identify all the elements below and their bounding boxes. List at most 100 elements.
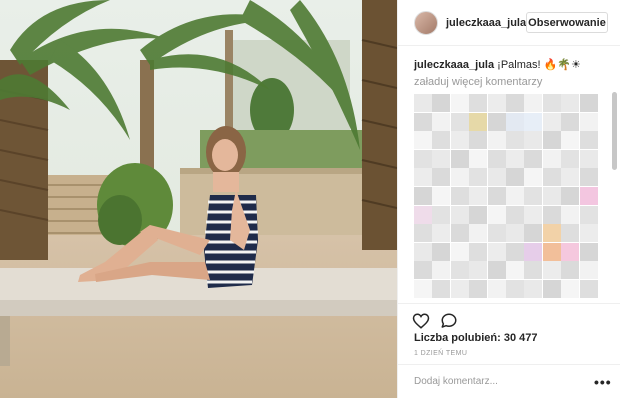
- blur-cell: [561, 187, 580, 205]
- blur-cell: [450, 131, 469, 150]
- blur-cell: [524, 94, 543, 112]
- blur-cell: [450, 149, 469, 168]
- blur-cell: [579, 187, 598, 205]
- blur-cell: [469, 187, 488, 205]
- blur-cell: [579, 112, 598, 131]
- blur-cell: [542, 168, 561, 187]
- blur-cell: [506, 168, 524, 187]
- blur-cell: [561, 224, 580, 243]
- blur-cell: [432, 94, 451, 112]
- blur-cell: [579, 205, 598, 224]
- blur-cell: [432, 242, 451, 261]
- blur-cell: [561, 149, 580, 168]
- blur-cell: [414, 112, 432, 131]
- blur-cell: [542, 224, 561, 243]
- blur-cell: [506, 280, 524, 298]
- blur-cell: [450, 261, 469, 280]
- blur-cell: [524, 168, 543, 187]
- scrollbar[interactable]: [612, 92, 617, 170]
- blur-cell: [487, 112, 506, 131]
- username-link[interactable]: juleczkaaa_jula: [446, 17, 526, 29]
- blur-cell: [432, 112, 451, 131]
- blur-cell: [469, 242, 488, 261]
- blur-cell: [506, 261, 524, 280]
- blur-cell: [487, 224, 506, 243]
- more-options-button[interactable]: •••: [594, 374, 612, 390]
- blur-cell: [506, 242, 524, 261]
- blur-cell: [432, 187, 451, 205]
- blur-cell: [414, 168, 432, 187]
- blur-cell: [469, 280, 488, 298]
- blur-cell: [432, 149, 451, 168]
- load-more-comments-link[interactable]: załaduj więcej komentarzy: [414, 76, 542, 88]
- blur-cell: [524, 112, 543, 131]
- caption: juleczkaaa_jula ¡Palmas! 🔥🌴☀: [414, 58, 581, 71]
- blur-cell: [414, 224, 432, 243]
- blur-cell: [487, 168, 506, 187]
- blur-cell: [542, 261, 561, 280]
- blur-cell: [432, 224, 451, 243]
- post-photo[interactable]: [0, 0, 397, 398]
- blur-cell: [469, 168, 488, 187]
- post-timestamp: 1 DZIEŃ TEMU: [414, 350, 468, 357]
- blur-cell: [469, 224, 488, 243]
- blur-cell: [579, 280, 598, 298]
- blur-cell: [469, 261, 488, 280]
- blur-cell: [487, 261, 506, 280]
- blur-cell: [561, 205, 580, 224]
- blur-cell: [524, 280, 543, 298]
- blur-cell: [432, 131, 451, 150]
- blur-cell: [524, 149, 543, 168]
- blur-cell: [561, 94, 580, 112]
- blur-cell: [414, 205, 432, 224]
- blur-cell: [414, 261, 432, 280]
- blur-cell: [414, 149, 432, 168]
- blur-cell: [506, 205, 524, 224]
- post-image: [0, 0, 397, 398]
- blur-cell: [524, 131, 543, 150]
- post-header: juleczkaaa_jula Obserwowanie: [398, 0, 620, 46]
- blur-cell: [469, 131, 488, 150]
- follow-button[interactable]: Obserwowanie: [526, 12, 608, 33]
- blur-cell: [561, 280, 580, 298]
- avatar[interactable]: [414, 11, 438, 35]
- blur-cell: [506, 112, 524, 131]
- blur-cell: [487, 205, 506, 224]
- blur-cell: [450, 112, 469, 131]
- blur-cell: [579, 131, 598, 150]
- blur-cell: [561, 261, 580, 280]
- blur-cell: [542, 280, 561, 298]
- add-comment-input[interactable]: Dodaj komentarz...: [414, 376, 498, 387]
- blur-cell: [469, 112, 488, 131]
- blur-cell: [524, 187, 543, 205]
- blur-cell: [506, 149, 524, 168]
- add-comment-bar: Dodaj komentarz... •••: [398, 364, 620, 398]
- blur-cell: [487, 94, 506, 112]
- blur-cell: [561, 112, 580, 131]
- heart-icon[interactable]: [412, 312, 430, 330]
- blur-cell: [524, 205, 543, 224]
- caption-text: ¡Palmas! 🔥🌴☀: [497, 59, 581, 71]
- blur-cell: [414, 242, 432, 261]
- blur-cell: [579, 224, 598, 243]
- blur-cell: [432, 205, 451, 224]
- blur-cell: [542, 149, 561, 168]
- blurred-comments: [414, 94, 598, 299]
- caption-username[interactable]: juleczkaaa_jula: [414, 59, 494, 71]
- blur-cell: [524, 242, 543, 261]
- action-bar: [398, 303, 620, 329]
- likes-count[interactable]: Liczba polubień: 30 477: [414, 332, 537, 344]
- blur-cell: [524, 261, 543, 280]
- comment-icon[interactable]: [440, 312, 458, 330]
- blur-cell: [487, 280, 506, 298]
- blur-cell: [506, 224, 524, 243]
- blur-cell: [487, 187, 506, 205]
- blur-cell: [469, 94, 488, 112]
- blur-cell: [432, 168, 451, 187]
- blur-cell: [579, 94, 598, 112]
- blur-cell: [450, 224, 469, 243]
- blur-cell: [487, 149, 506, 168]
- blur-cell: [414, 131, 432, 150]
- blur-cell: [561, 131, 580, 150]
- blur-cell: [524, 224, 543, 243]
